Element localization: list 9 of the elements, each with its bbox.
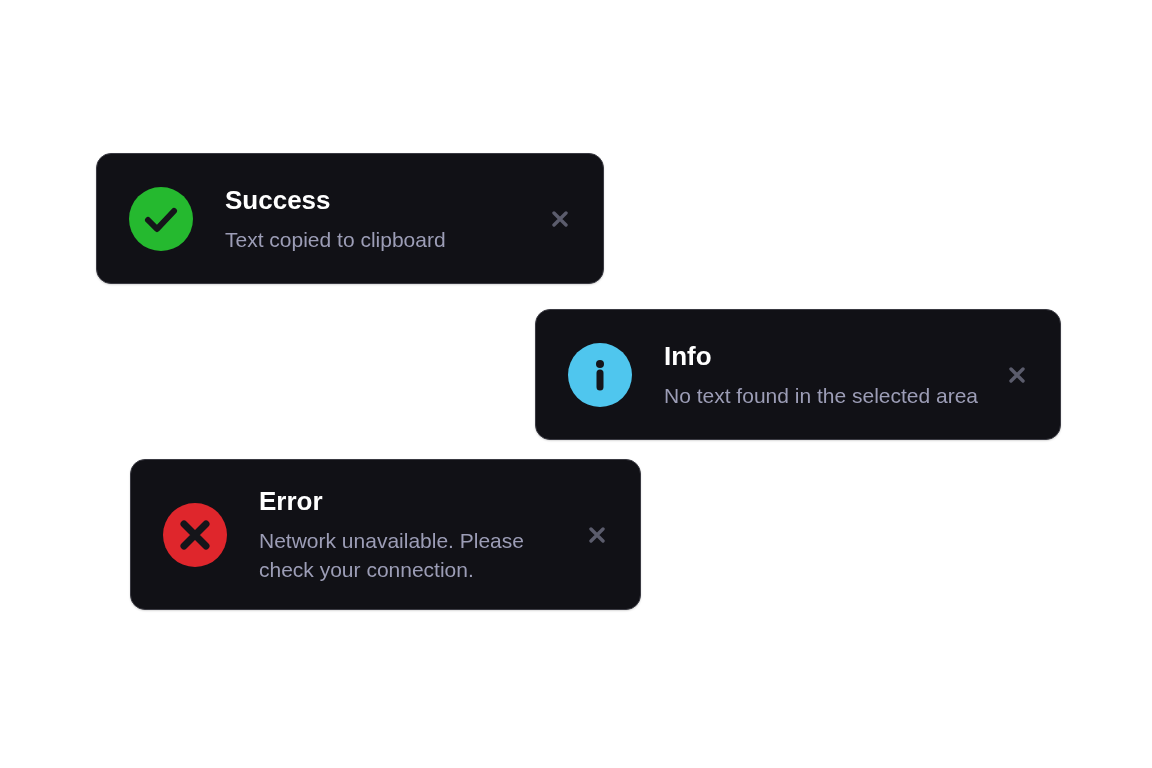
- toast-title: Success: [225, 183, 332, 216]
- toast-title: Error: [259, 485, 324, 517]
- close-icon: [552, 210, 568, 227]
- toast-message: No text found in the selected area: [664, 382, 980, 409]
- close-icon: [1009, 366, 1025, 383]
- toast-message: Network unavailable. Please check your connection.: [259, 528, 525, 583]
- toast-title: Info: [664, 339, 713, 372]
- close-icon: [589, 526, 605, 543]
- toast-message: Text copied to clipboard: [225, 226, 447, 253]
